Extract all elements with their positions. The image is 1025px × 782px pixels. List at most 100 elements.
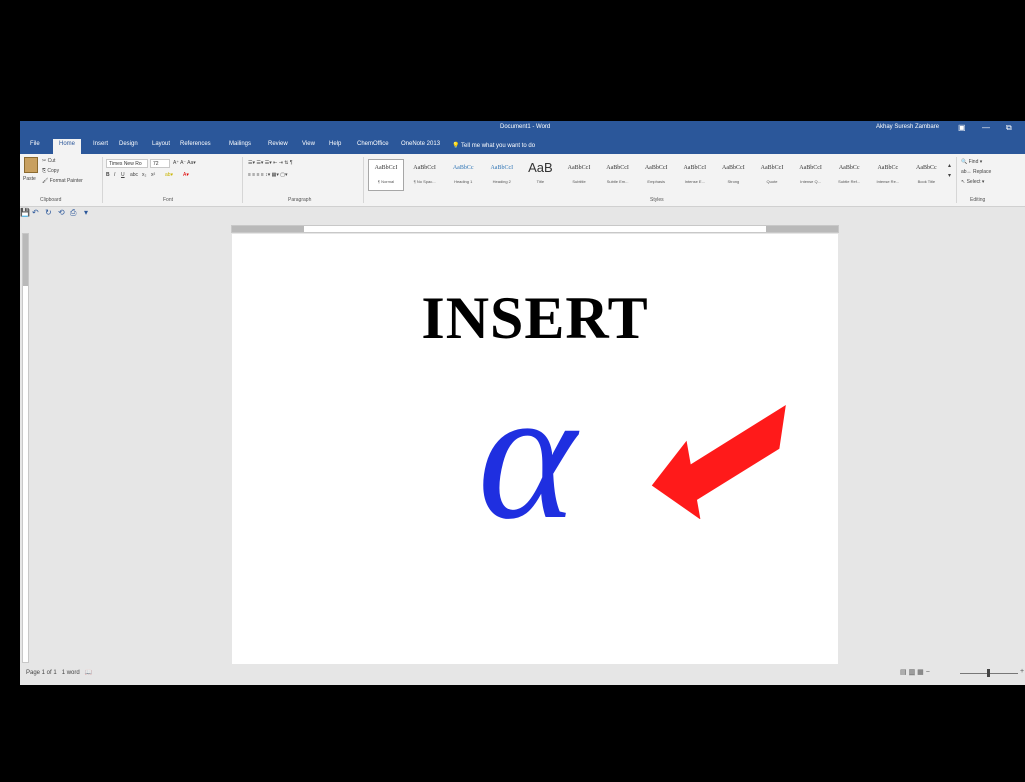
tab-review[interactable]: Review (268, 141, 288, 147)
word-count[interactable]: 1 word (62, 670, 80, 676)
style-preview: AaBbCcI (799, 165, 822, 171)
find-button[interactable]: 🔍 Find ▾ (961, 159, 982, 165)
style-preview: AaBbCcI (722, 165, 745, 171)
paragraph-group-label: Paragraph (288, 197, 312, 203)
proofing-icon[interactable]: 📖 (85, 670, 92, 676)
ribbon-separator (956, 157, 957, 203)
style-item[interactable]: AaBbCc Intense Re... (870, 159, 906, 191)
alpha-symbol[interactable]: α (427, 359, 627, 549)
tab-layout[interactable]: Layout (152, 141, 170, 147)
italic-icon[interactable]: I (114, 172, 115, 178)
highlight-icon[interactable]: ab▾ (165, 172, 173, 178)
document-heading[interactable]: INSERT (232, 284, 838, 353)
save-icon[interactable]: 💾 (20, 208, 30, 217)
style-name: Strong (727, 179, 740, 184)
format-painter-button[interactable]: 🖌 Format Painter (42, 178, 83, 184)
format-painter-label: Format Painter (49, 178, 83, 184)
replace-label: Replace (972, 169, 992, 175)
style-item[interactable]: AaB Title (522, 159, 558, 191)
tab-home[interactable]: Home (53, 139, 82, 154)
zoom-slider-thumb[interactable] (987, 669, 990, 677)
style-item[interactable]: AaBbCcI Intense E... (677, 159, 713, 191)
undo-icon[interactable]: ↶ (32, 208, 39, 217)
subscript-icon[interactable]: x₂ (142, 172, 146, 178)
styles-scroll-down-icon[interactable]: ▾ (948, 172, 951, 179)
tab-chemoffice[interactable]: ChemOffice (357, 141, 389, 147)
style-preview: AaB (528, 160, 553, 175)
web-layout-icon[interactable]: ▦ (917, 669, 924, 676)
ribbon: Paste ✂ Cut ⎘ Copy 🖌 Format Painter Clip… (20, 154, 1025, 207)
ribbon-display-icon[interactable]: ▣ (958, 123, 966, 132)
bold-icon[interactable]: B (106, 172, 110, 178)
cut-button[interactable]: ✂ Cut (42, 158, 55, 164)
tab-references[interactable]: References (180, 141, 211, 147)
page-count[interactable]: Page 1 of 1 (26, 670, 57, 676)
ruler-right-margin (766, 226, 838, 232)
tab-insert[interactable]: Insert (93, 141, 108, 147)
replace-button[interactable]: ab↔ Replace (961, 169, 991, 175)
paste-button[interactable]: Paste (23, 176, 36, 182)
style-preview: AaBbCcI (567, 165, 591, 171)
print-preview-icon[interactable]: ⎙ (70, 208, 76, 218)
customize-qat-icon[interactable]: ▾ (84, 208, 88, 217)
print-layout-icon[interactable]: ▥ (908, 669, 916, 676)
ribbon-separator (363, 157, 364, 203)
repeat-icon[interactable]: ⟲ (58, 208, 65, 217)
zoom-out-icon[interactable]: − (926, 669, 930, 676)
find-label: Find (968, 159, 979, 165)
vertical-ruler[interactable] (22, 233, 29, 663)
style-item[interactable]: AaBbCcI Subtitle (561, 159, 597, 191)
style-item[interactable]: AaBbCcI Heading 2 (484, 159, 520, 191)
style-item[interactable]: AaBbCc Heading 1 (445, 159, 481, 191)
styles-scroll-up-icon[interactable]: ▴ (948, 162, 951, 169)
tab-mailings[interactable]: Mailings (229, 141, 251, 147)
superscript-icon[interactable]: x² (151, 172, 155, 178)
select-button[interactable]: ↖ Select ▾ (961, 179, 984, 185)
style-preview: AaBbCc (877, 165, 899, 171)
title-bar: Document1 - Word Akhay Suresh Zambare ▣ … (20, 121, 1025, 138)
style-item[interactable]: AaBbCcI ¶ Normal (368, 159, 404, 191)
cut-label: Cut (47, 158, 56, 164)
style-name: Intense Re... (876, 179, 900, 184)
bullets-icon[interactable]: ☰▾ ☰▾ ☰▾ ⇤ ⇥ ⇅ ¶ (248, 160, 293, 166)
paste-icon[interactable] (24, 157, 38, 173)
restore-icon[interactable]: ⧉ (1006, 123, 1012, 133)
font-size-select[interactable]: 72 (150, 159, 170, 168)
style-item[interactable]: AaBbCcI Emphasis (638, 159, 674, 191)
grow-font-icon[interactable]: A⁺ A⁻ Aa▾ (173, 160, 196, 166)
style-item[interactable]: AaBbCcI Intense Q... (793, 159, 829, 191)
tab-design[interactable]: Design (119, 141, 138, 147)
strikethrough-icon[interactable]: abc (130, 172, 138, 178)
tab-onenote[interactable]: OneNote 2013 (401, 141, 440, 147)
style-item[interactable]: AaBbCcI Strong (715, 159, 751, 191)
minimize-icon[interactable]: — (982, 123, 990, 132)
tab-help[interactable]: Help (329, 141, 341, 147)
tab-view[interactable]: View (302, 141, 315, 147)
font-name-select[interactable]: Times New Ro (106, 159, 148, 168)
tell-me-box[interactable]: 💡 Tell me what you want to do (452, 142, 535, 149)
horizontal-ruler[interactable] (231, 225, 839, 233)
style-item[interactable]: AaBbCcI ¶ No Spac... (407, 159, 443, 191)
zoom-in-icon[interactable]: + (1020, 668, 1024, 675)
underline-icon[interactable]: U (121, 172, 125, 178)
cursor-icon: ↖ (961, 179, 966, 185)
style-name: Heading 2 (492, 179, 511, 184)
document-page[interactable]: INSERT α (232, 234, 838, 664)
redo-icon[interactable]: ↻ (45, 208, 52, 217)
style-name: ¶ No Spac... (413, 179, 436, 184)
tab-file[interactable]: File (30, 141, 40, 147)
style-item[interactable]: AaBbCc Book Title (908, 159, 944, 191)
style-name: Title (536, 179, 545, 184)
style-item[interactable]: AaBbCcI Quote (754, 159, 790, 191)
copy-button[interactable]: ⎘ Copy (42, 168, 59, 174)
style-name: Emphasis (647, 179, 665, 184)
style-item[interactable]: AaBbCc Subtle Ref... (831, 159, 867, 191)
style-preview: AaBbCc (452, 165, 474, 171)
user-name[interactable]: Akhay Suresh Zambare (876, 124, 939, 130)
read-mode-icon[interactable]: ▤ (900, 669, 907, 676)
style-item[interactable]: AaBbCcI Subtle Em... (600, 159, 636, 191)
font-color-icon[interactable]: A▾ (183, 172, 189, 178)
align-left-icon[interactable]: ≡ ≡ ≡ ≡ ↕▾ ▦▾ ▢▾ (248, 172, 287, 178)
style-name: Intense Q... (800, 179, 821, 184)
style-name: Book Title (917, 179, 936, 184)
